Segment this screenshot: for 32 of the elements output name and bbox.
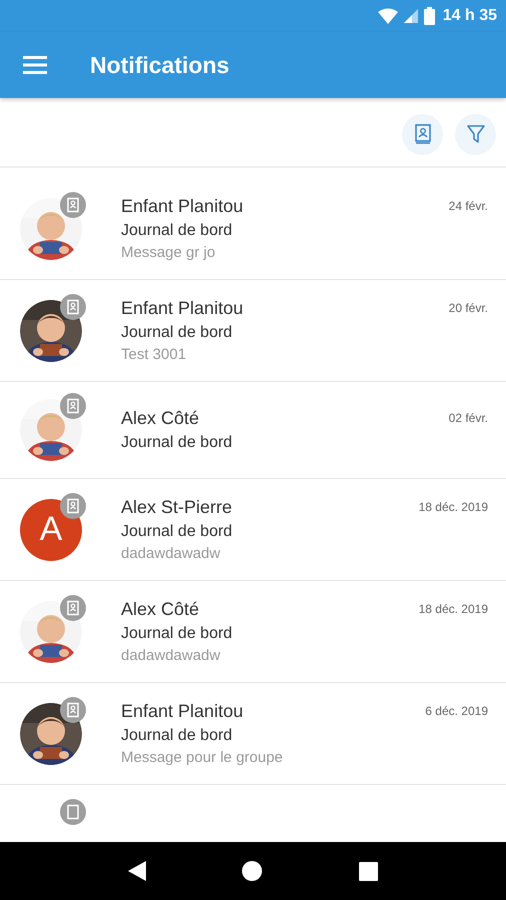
notification-date: 18 déc. 2019 xyxy=(418,500,488,514)
screen-title: Notifications xyxy=(90,52,230,78)
sender-name: Alex St-Pierre xyxy=(121,496,232,518)
notification-category: Journal de bord xyxy=(121,624,234,644)
letter-avatar: A xyxy=(20,498,82,560)
notification-category: Journal de bord xyxy=(121,323,234,343)
notification-item[interactable]: Alex Côté 18 déc. 2019 Journal de bord dadawdawadw xyxy=(0,581,506,683)
notification-date: 24 févr. xyxy=(448,199,488,213)
notification-category: Journal de bord xyxy=(121,522,234,542)
notification-category: Journal de bord xyxy=(121,433,234,453)
notification-item[interactable]: A Alex St-Pierre 18 déc. 2019 Journal de bord dadawdawadw xyxy=(0,479,506,581)
notification-date: 02 févr. xyxy=(448,411,488,425)
notification-message: Message pour le groupe xyxy=(121,748,284,767)
notification-date: 20 févr. xyxy=(448,301,488,315)
notification-message: dadawdawadw xyxy=(121,646,222,665)
notification-date: 6 déc. 2019 xyxy=(425,704,488,718)
notification-item[interactable]: Alex Côté 02 févr. Journal de bord xyxy=(0,382,506,479)
notification-category: Journal de bord xyxy=(121,726,234,746)
notification-category: Journal de bord xyxy=(121,221,234,241)
notification-message: Message gr jo xyxy=(121,243,216,262)
notification-item[interactable]: Enfant Planitou 24 févr. Journal de bord Message gr jo xyxy=(0,178,506,280)
notification-item[interactable]: Enfant Planitou 6 déc. 2019 Journal de bord Message pour le groupe xyxy=(0,683,506,785)
notification-date: 18 déc. 2019 xyxy=(418,602,488,616)
notification-item[interactable]: Enfant Planitou 20 févr. Journal de bord Test 3001 xyxy=(0,280,506,382)
sender-name: Alex Côté xyxy=(121,407,200,429)
sender-name: Enfant Planitou xyxy=(121,195,244,217)
notification-message: Test 3001 xyxy=(121,345,188,364)
sender-name: Alex Côté xyxy=(121,598,200,620)
sender-name: Enfant Planitou xyxy=(121,700,244,722)
status-time: 14 h 35 xyxy=(442,7,497,25)
notification-message: dadawdawadw xyxy=(121,544,222,563)
sender-name: Enfant Planitou xyxy=(121,297,244,319)
